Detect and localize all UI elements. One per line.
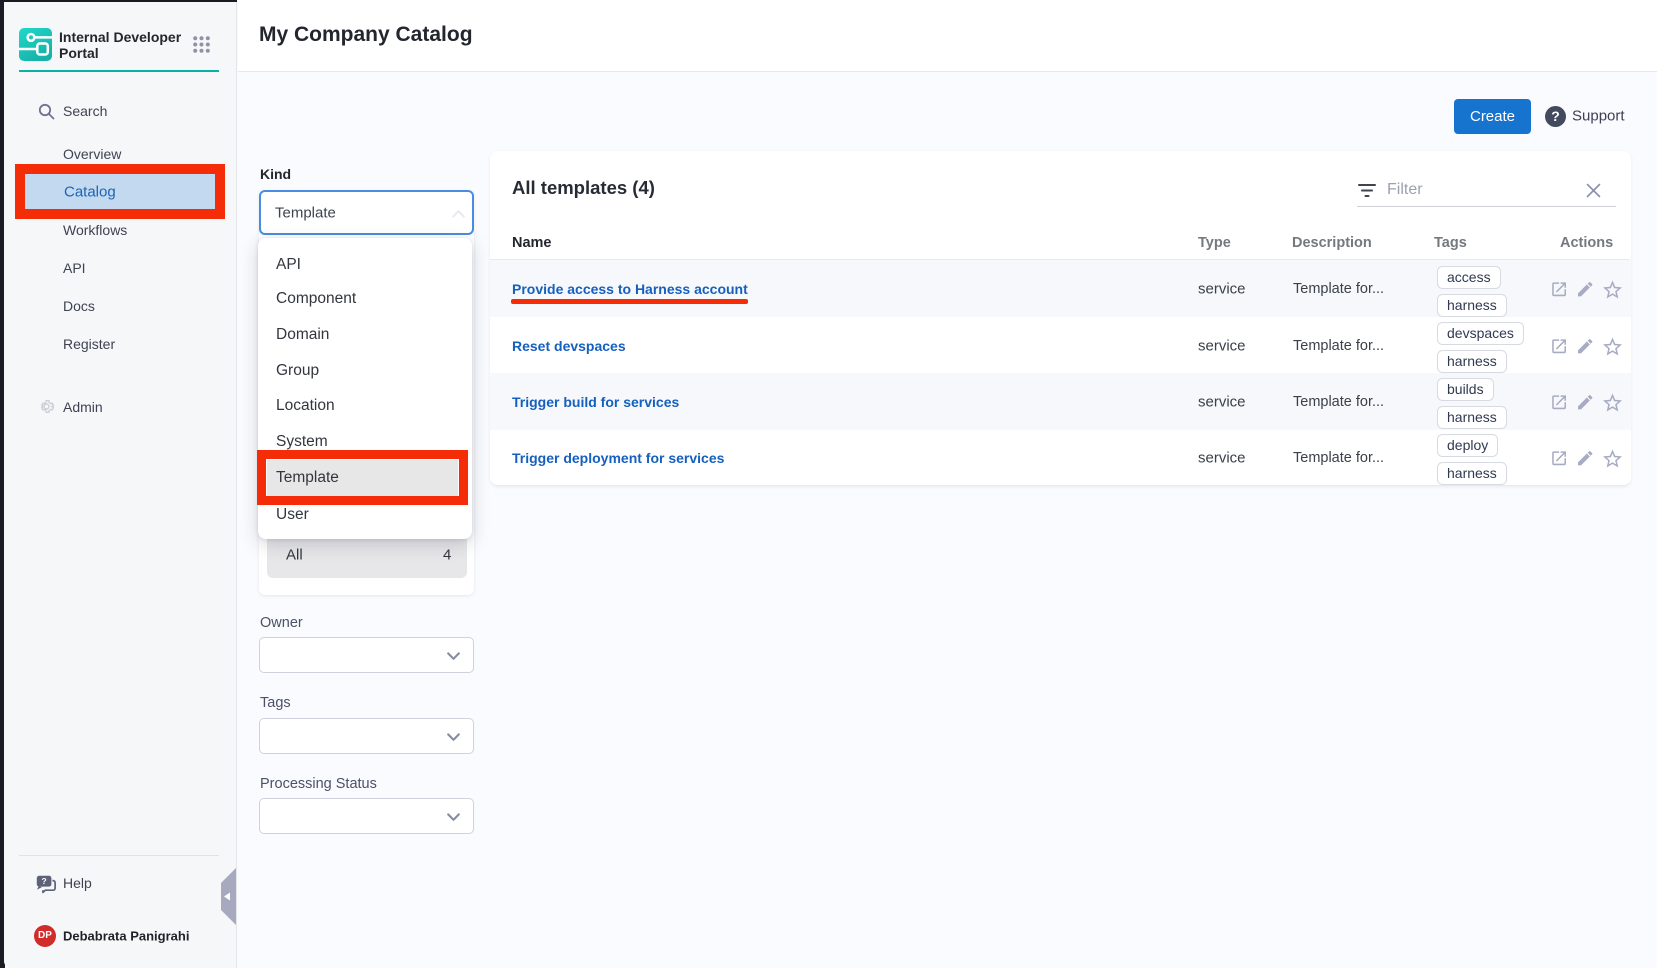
svg-text:?: ? xyxy=(41,876,46,886)
